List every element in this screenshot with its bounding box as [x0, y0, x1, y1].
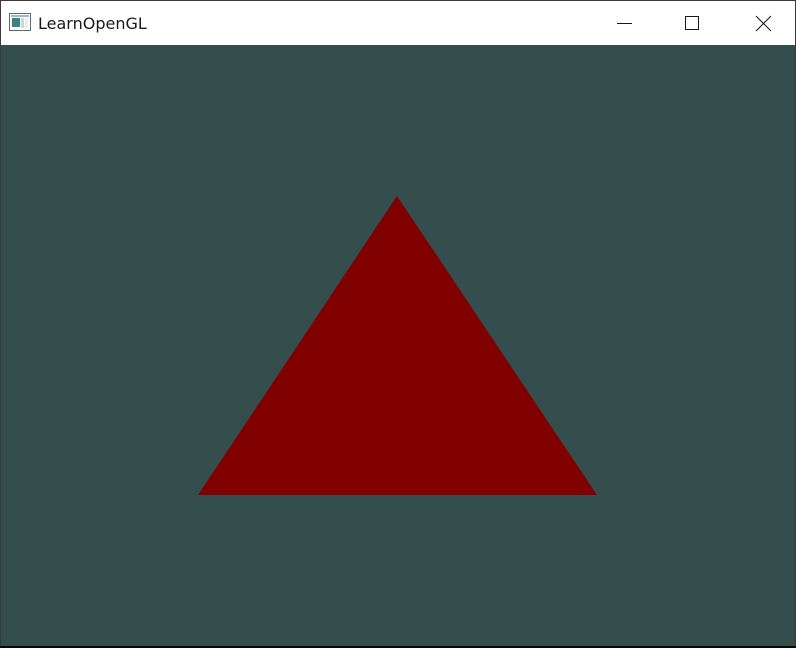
app-window: LearnOpenGL: [0, 0, 796, 647]
maximize-button[interactable]: [669, 1, 715, 45]
window-app-icon: [9, 13, 31, 31]
render-canvas: [1, 45, 795, 647]
title-bar[interactable]: LearnOpenGL: [1, 1, 795, 45]
close-icon: [740, 1, 786, 45]
minimize-button[interactable]: [601, 1, 647, 45]
minimize-icon: [601, 1, 647, 45]
maximize-icon: [669, 1, 715, 45]
window-title: LearnOpenGL: [38, 14, 147, 33]
gl-render-viewport[interactable]: [1, 45, 795, 647]
close-button[interactable]: [740, 1, 786, 45]
